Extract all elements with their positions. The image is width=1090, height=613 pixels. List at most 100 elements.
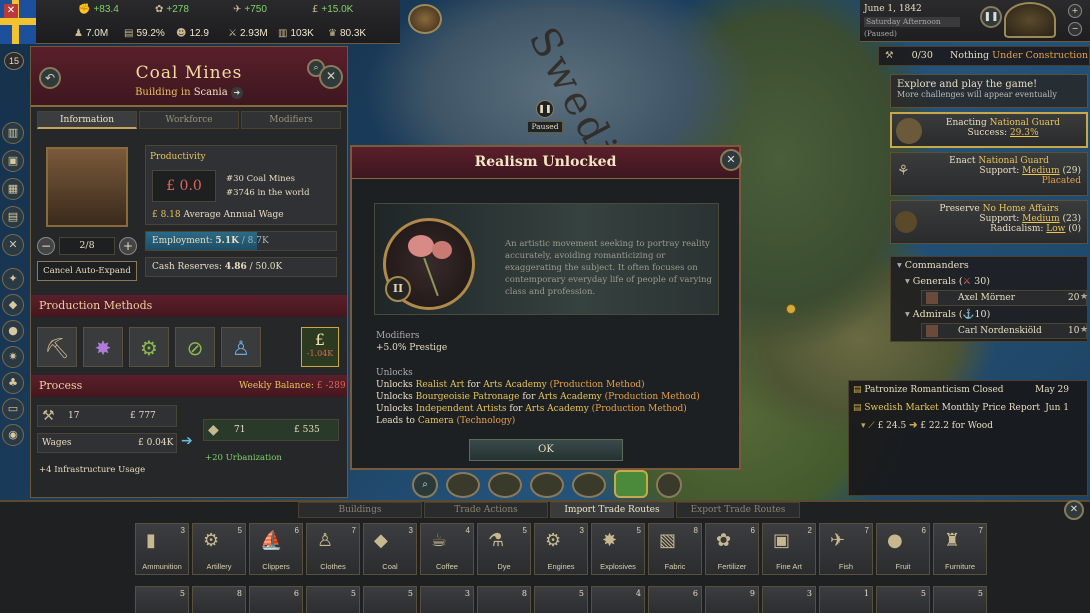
cancel-auto-expand-button[interactable]: Cancel Auto-Expand bbox=[37, 261, 137, 281]
good-tile[interactable]: 1 bbox=[819, 586, 873, 613]
good-tile[interactable]: 8 bbox=[192, 586, 246, 613]
pm-automation-icon[interactable]: ⚙ bbox=[129, 327, 169, 367]
pm-privately-owned-icon[interactable]: ♙ bbox=[221, 327, 261, 367]
ok-button[interactable]: OK bbox=[469, 439, 623, 461]
good-tile[interactable]: 4 bbox=[591, 586, 645, 613]
output-row[interactable]: ◆ 71 £ 535 bbox=[203, 419, 339, 441]
state-marker[interactable] bbox=[786, 304, 796, 314]
tab-buildings[interactable]: Buildings bbox=[298, 502, 422, 518]
input-row[interactable]: ⚒ 17 £ 777 bbox=[37, 405, 177, 427]
close-market-icon[interactable]: ✕ bbox=[1064, 500, 1084, 520]
good-tile[interactable]: 5 bbox=[363, 586, 417, 613]
pm-ownership-icon[interactable]: ⊘ bbox=[175, 327, 215, 367]
authority-stat[interactable]: ✊ +83.4 bbox=[78, 4, 119, 15]
culture-icon[interactable]: ♣ bbox=[2, 372, 24, 394]
population-stat[interactable]: ♟ 7.0M bbox=[74, 28, 108, 39]
tutorial-tip[interactable]: Explore and play the game! More challeng… bbox=[890, 74, 1088, 108]
goto-icon[interactable]: ➜ bbox=[230, 87, 243, 99]
good-tile[interactable]: 6 bbox=[648, 586, 702, 613]
admiral-row[interactable]: Carl Nordenskiöld 10 ★ bbox=[921, 323, 1088, 339]
dove-stat[interactable]: ✈ +750 bbox=[233, 4, 267, 15]
mapmode-diplomacy-icon[interactable] bbox=[572, 472, 606, 498]
tab-import-trade-routes[interactable]: Import Trade Routes bbox=[550, 502, 674, 518]
politics-icon[interactable]: ▣ bbox=[2, 150, 24, 172]
money-stat[interactable]: £ +15.0K bbox=[312, 4, 353, 15]
news-item-1[interactable]: ▤ Patronize Romanticism Closed May 29 bbox=[853, 385, 1085, 399]
play-pause-button[interactable]: ❚❚ bbox=[980, 6, 1002, 28]
gdp-stat[interactable]: ▥ 103K bbox=[278, 28, 314, 39]
good-fruit[interactable]: ● 6 Fruit bbox=[876, 523, 930, 575]
pm-explosives-icon[interactable]: ✸ bbox=[83, 327, 123, 367]
good-tile[interactable]: 3 bbox=[762, 586, 816, 613]
society-icon[interactable]: ▤ bbox=[2, 206, 24, 228]
alert-badge[interactable]: 15 bbox=[4, 52, 24, 70]
army-stat[interactable]: ⚔ 2.93M bbox=[228, 28, 268, 39]
outliner-icon[interactable]: ◉ bbox=[2, 424, 24, 446]
good-explosives[interactable]: ✸ 5 Explosives bbox=[591, 523, 645, 575]
diplomacy-icon[interactable]: ✦ bbox=[2, 268, 24, 290]
tab-information[interactable]: Information bbox=[37, 111, 137, 129]
tab-export-trade-routes[interactable]: Export Trade Routes bbox=[676, 502, 800, 518]
journal-icon[interactable]: ▭ bbox=[2, 398, 24, 420]
government-icon[interactable]: ▥ bbox=[2, 122, 24, 144]
literacy-stat[interactable]: ▤ 59.2% bbox=[124, 28, 165, 39]
good-tile[interactable]: 5 bbox=[933, 586, 987, 613]
unlock-item[interactable]: Unlocks Independent Artists for Arts Aca… bbox=[376, 404, 687, 414]
pm-mining-icon[interactable]: ⛏ bbox=[37, 327, 77, 367]
good-tile[interactable]: 5 bbox=[135, 586, 189, 613]
admirals-group[interactable]: ▾ Admirals (⚓10) bbox=[905, 309, 990, 320]
mapmode-more-icon[interactable] bbox=[656, 472, 682, 498]
good-tile[interactable]: 6 bbox=[249, 586, 303, 613]
mapmode-political-icon[interactable] bbox=[446, 472, 480, 498]
enact-law-card[interactable]: ⚘ Enact National Guard Support: Medium (… bbox=[890, 152, 1088, 196]
expand-button[interactable]: + bbox=[119, 237, 137, 255]
technology-icon[interactable]: ✷ bbox=[2, 346, 24, 368]
pause-icon[interactable]: ❚❚ bbox=[536, 100, 554, 118]
news-item-2[interactable]: ▤ Swedish Market Monthly Price Report Ju… bbox=[853, 403, 1085, 417]
good-engines[interactable]: ⚙ 3 Engines bbox=[534, 523, 588, 575]
economy-icon[interactable]: ▦ bbox=[2, 178, 24, 200]
good-dye[interactable]: ⚗ 5 Dye bbox=[477, 523, 531, 575]
good-tile[interactable]: 5 bbox=[306, 586, 360, 613]
tab-modifiers[interactable]: Modifiers bbox=[241, 111, 341, 129]
close-icon[interactable]: ✕ bbox=[4, 4, 18, 18]
good-furniture[interactable]: ♜ 7 Furniture bbox=[933, 523, 987, 575]
good-fish[interactable]: ✈ 7 Fish bbox=[819, 523, 873, 575]
tab-workforce[interactable]: Workforce bbox=[139, 111, 239, 129]
modal-close-icon[interactable]: ✕ bbox=[720, 149, 742, 171]
preserve-law-card[interactable]: Preserve No Home Affairs Support: Medium… bbox=[890, 200, 1088, 244]
speed-up-icon[interactable]: + bbox=[1068, 4, 1082, 18]
tab-trade-actions[interactable]: Trade Actions bbox=[424, 502, 548, 518]
good-clothes[interactable]: ♙ 7 Clothes bbox=[306, 523, 360, 575]
close-panel-icon[interactable]: ✕ bbox=[319, 65, 343, 89]
generals-group[interactable]: ▾ Generals (⚔ 30) bbox=[905, 276, 990, 287]
search-icon[interactable]: ⌕ bbox=[412, 472, 438, 498]
unlock-item[interactable]: Leads to Camera (Technology) bbox=[376, 416, 515, 426]
prestige-stat[interactable]: ♛ 80.3K bbox=[328, 28, 366, 39]
good-tile[interactable]: 9 bbox=[705, 586, 759, 613]
enacting-law-card[interactable]: Enacting National Guard Success: 29.3% bbox=[890, 112, 1088, 148]
general-row[interactable]: Axel Mörner 20 ★ bbox=[921, 290, 1088, 306]
good-coffee[interactable]: ☕ 4 Coffee bbox=[420, 523, 474, 575]
unlock-item[interactable]: Unlocks Realist Art for Arts Academy (Pr… bbox=[376, 380, 645, 390]
good-tile[interactable]: 3 bbox=[420, 586, 474, 613]
good-tile[interactable]: 8 bbox=[477, 586, 531, 613]
speed-dial[interactable] bbox=[1004, 2, 1056, 38]
budget-icon[interactable]: ● bbox=[2, 320, 24, 342]
construction-queue[interactable]: ⚒ 0/30 Nothing Under Construction bbox=[878, 46, 1090, 66]
good-fertilizer[interactable]: ✿ 6 Fertilizer bbox=[705, 523, 759, 575]
outliner-pin-icon[interactable] bbox=[408, 4, 442, 34]
pm-cost-badge[interactable]: £ -1.04K bbox=[301, 327, 339, 367]
good-coal[interactable]: ◆ 3 Coal bbox=[363, 523, 417, 575]
sol-stat[interactable]: ☻ 12.9 bbox=[176, 28, 209, 39]
good-artillery[interactable]: ⚙ 5 Artillery bbox=[192, 523, 246, 575]
good-tile[interactable]: 5 bbox=[534, 586, 588, 613]
mapmode-military-icon[interactable] bbox=[488, 472, 522, 498]
unlock-item[interactable]: Unlocks Bourgeoisie Patronage for Arts A… bbox=[376, 392, 700, 402]
markets-icon[interactable]: ◆ bbox=[2, 294, 24, 316]
mapmode-market-icon[interactable] bbox=[614, 470, 648, 498]
good-ammunition[interactable]: ▮ 3 Ammunition bbox=[135, 523, 189, 575]
downsize-button[interactable]: − bbox=[37, 237, 55, 255]
speed-down-icon[interactable]: − bbox=[1068, 22, 1082, 36]
good-fabric[interactable]: ▧ 8 Fabric bbox=[648, 523, 702, 575]
